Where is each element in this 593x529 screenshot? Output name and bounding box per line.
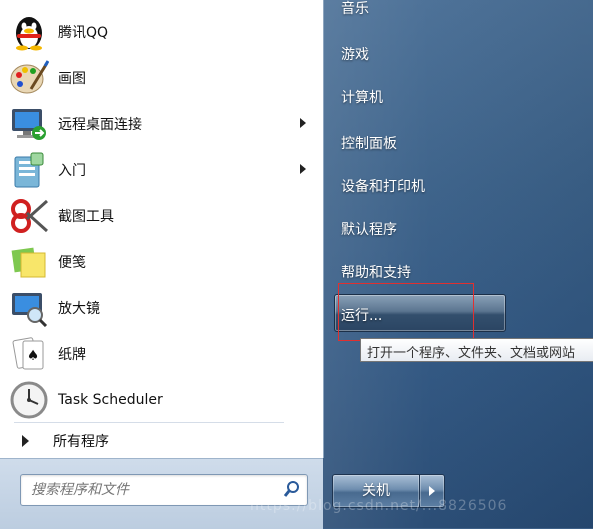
menu-item-default-programs[interactable]: 默认程序 [341,219,397,239]
paint-palette-icon [8,57,50,99]
remote-desktop-icon [8,103,50,145]
program-item-qq[interactable]: 腾讯QQ [8,10,316,54]
submenu-arrow-icon[interactable] [300,118,306,128]
program-label: 腾讯QQ [58,25,109,41]
run-tooltip: 打开一个程序、文件夹、文档或网站 [360,338,593,362]
program-item-paint[interactable]: 画图 [8,56,316,100]
programs-panel: 腾讯QQ 画图 远程桌面连接 入门 截图工具 便笺 放大镜 ♠ 纸牌 Task … [0,0,324,458]
menu-item-devices-printers[interactable]: 设备和打印机 [341,176,425,196]
program-item-snipping-tool[interactable]: 截图工具 [8,194,316,238]
solitaire-cards-icon: ♠ [8,333,50,375]
chevron-right-icon [429,486,435,496]
task-scheduler-clock-icon [8,379,50,421]
watermark: https://blog.csdn.net/...8826506 [250,498,508,514]
menu-item-games[interactable]: 游戏 [341,44,369,64]
program-label: 画图 [58,71,86,87]
magnifier-icon [8,287,50,329]
all-programs-button[interactable]: 所有程序 [14,428,304,454]
menu-item-control-panel[interactable]: 控制面板 [341,133,397,153]
svg-text:♠: ♠ [27,348,40,364]
divider [14,422,284,423]
submenu-arrow-icon[interactable] [300,164,306,174]
annotation-highlight-box [338,283,474,341]
program-label: Task Scheduler [58,392,163,408]
program-item-getting-started[interactable]: 入门 [8,148,316,192]
program-label: 入门 [58,163,86,179]
program-label: 截图工具 [58,209,114,225]
expand-arrow-icon [22,435,29,447]
all-programs-label: 所有程序 [53,434,109,450]
search-input[interactable] [29,479,281,501]
program-item-magnifier[interactable]: 放大镜 [8,286,316,330]
program-item-remote-desktop[interactable]: 远程桌面连接 [8,102,316,146]
menu-item-help-support[interactable]: 帮助和支持 [341,262,411,282]
program-label: 放大镜 [58,301,100,317]
menu-item-computer[interactable]: 计算机 [341,87,383,107]
snipping-tool-icon [8,195,50,237]
program-item-sticky-notes[interactable]: 便笺 [8,240,316,284]
program-label: 纸牌 [58,347,86,363]
program-label: 便笺 [58,255,86,271]
qq-penguin-icon [8,11,50,53]
program-label: 远程桌面连接 [58,117,142,133]
program-item-task-scheduler[interactable]: Task Scheduler [8,378,316,422]
getting-started-icon [8,149,50,191]
menu-item-music[interactable]: 音乐 [341,0,369,18]
sticky-notes-icon [8,241,50,283]
program-item-solitaire[interactable]: ♠ 纸牌 [8,332,316,376]
